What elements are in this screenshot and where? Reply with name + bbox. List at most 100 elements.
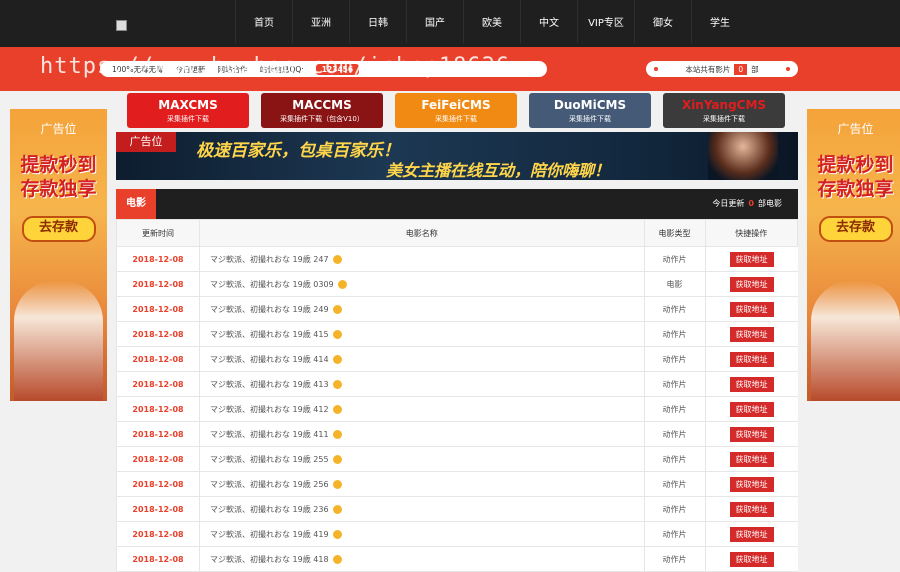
ad-deposit-button[interactable]: 去存款 <box>21 216 96 242</box>
ad-headline-1: 提款秒到 <box>20 154 97 176</box>
row-action: 获取地址 <box>704 371 798 397</box>
nav-item-vip[interactable]: VIP专区 <box>577 0 634 43</box>
row-title[interactable]: マジ軟派、初撮れおな 19歳 236 <box>199 496 644 522</box>
row-title-text[interactable]: マジ軟派、初撮れおな 19歳 412 <box>210 405 329 414</box>
nav-item-yunv[interactable]: 御女 <box>634 0 691 43</box>
row-action: 获取地址 <box>704 546 798 572</box>
cms-sub: 采集插件下载 <box>703 115 745 123</box>
movie-total-label: 本站共有影片 <box>685 64 731 74</box>
row-title-text[interactable]: マジ軟派、初撮れおな 19歳 255 <box>210 455 329 464</box>
row-title-text[interactable]: マジ軟派、初撮れおな 19歳 249 <box>210 305 329 314</box>
row-title[interactable]: マジ軟派、初撮れおな 19歳 413 <box>199 371 644 397</box>
get-address-button[interactable]: 获取地址 <box>729 426 774 442</box>
row-date: 2018-12-08 <box>116 471 200 497</box>
side-ad-left[interactable]: 广告位 提款秒到 存款独享 去存款 <box>10 109 107 401</box>
coin-icon <box>332 404 342 414</box>
banner-line-1: 极速百家乐，包桌百家乐！ <box>196 141 400 161</box>
row-action: 获取地址 <box>704 396 798 422</box>
row-title-text[interactable]: マジ軟派、初撮れおな 19歳 411 <box>210 430 329 439</box>
ad-girls-image <box>14 281 103 401</box>
row-type: 动作片 <box>643 346 705 372</box>
row-title-text[interactable]: マジ軟派、初撮れおな 19歳 418 <box>210 555 329 564</box>
row-title[interactable]: マジ軟派、初撮れおな 19歳 415 <box>199 321 644 347</box>
row-type: 动作片 <box>643 396 705 422</box>
ad-headline-1: 提款秒到 <box>817 154 894 176</box>
cms-plugin-buttons: MAXCMS 采集插件下载 MACCMS 采集插件下载（包含V10） FeiFe… <box>127 93 785 128</box>
cms-name: MAXCMS <box>158 98 218 112</box>
row-type: 动作片 <box>643 521 705 547</box>
row-title-text[interactable]: マジ軟派、初撮れおな 19歳 256 <box>210 480 329 489</box>
row-title[interactable]: マジ軟派、初撮れおな 19歳 411 <box>199 421 644 447</box>
row-title[interactable]: マジ軟派、初撮れおな 19歳 256 <box>199 471 644 497</box>
table-row: 2018-12-08 マジ軟派、初撮れおな 19歳 414 动作片 获取地址 <box>116 346 798 372</box>
movie-total-count: 0 <box>734 63 748 75</box>
table-row: 2018-12-08 マジ軟派、初撮れおな 19歳 249 动作片 获取地址 <box>116 296 798 322</box>
banner-ad[interactable]: 广告位 极速百家乐，包桌百家乐！ 美女主播在线互动，陪你嗨聊！ <box>116 132 798 180</box>
logo-broken-image-icon[interactable] <box>116 20 127 31</box>
row-title[interactable]: マジ軟派、初撮れおな 19歳 418 <box>199 546 644 572</box>
row-type: 动作片 <box>643 246 705 272</box>
table-row: 2018-12-08 マジ軟派、初撮れおな 19歳 412 动作片 获取地址 <box>116 396 798 422</box>
row-title-text[interactable]: マジ軟派、初撮れおな 19歳 419 <box>210 530 329 539</box>
row-title[interactable]: マジ軟派、初撮れおな 19歳 419 <box>199 521 644 547</box>
get-address-button[interactable]: 获取地址 <box>729 451 774 467</box>
get-address-button[interactable]: 获取地址 <box>729 401 774 417</box>
nav-item-student[interactable]: 学生 <box>691 0 748 43</box>
get-address-button[interactable]: 获取地址 <box>729 326 774 342</box>
row-title[interactable]: マジ軟派、初撮れおな 19歳 414 <box>199 346 644 372</box>
table-row: 2018-12-08 マジ軟派、初撮れおな 19歳 236 动作片 获取地址 <box>116 496 798 522</box>
get-address-button[interactable]: 获取地址 <box>729 251 774 267</box>
row-title[interactable]: マジ軟派、初撮れおな 19歳 255 <box>199 446 644 472</box>
row-title-text[interactable]: マジ軟派、初撮れおな 19歳 414 <box>210 355 329 364</box>
row-title[interactable]: マジ軟派、初撮れおな 19歳 0309 <box>199 271 644 297</box>
cms-name: MACCMS <box>292 98 352 112</box>
cms-button-maxcms[interactable]: MAXCMS 采集插件下载 <box>127 93 249 128</box>
ad-girls-image <box>811 281 900 401</box>
row-action: 获取地址 <box>704 496 798 522</box>
row-title-text[interactable]: マジ軟派、初撮れおな 19歳 413 <box>210 380 329 389</box>
get-address-button[interactable]: 获取地址 <box>729 351 774 367</box>
get-address-button[interactable]: 获取地址 <box>729 551 774 567</box>
cms-button-duomicms[interactable]: DuoMiCMS 采集插件下载 <box>529 93 651 128</box>
coin-icon <box>332 254 342 264</box>
top-nav-bar: 首页 亚洲 日韩 国产 欧美 中文 VIP专区 御女 学生 <box>0 0 900 47</box>
dot-icon <box>654 67 658 71</box>
coin-icon <box>332 479 342 489</box>
get-address-button[interactable]: 获取地址 <box>729 376 774 392</box>
ad-headline-2: 存款独享 <box>817 178 894 200</box>
get-address-button[interactable]: 获取地址 <box>729 526 774 542</box>
ad-deposit-button[interactable]: 去存款 <box>818 216 893 242</box>
nav-item-chinese[interactable]: 中文 <box>520 0 577 43</box>
today-label: 今日更新 <box>712 199 745 208</box>
get-address-button[interactable]: 获取地址 <box>729 501 774 517</box>
get-address-button[interactable]: 获取地址 <box>729 476 774 492</box>
row-title-text[interactable]: マジ軟派、初撮れおな 19歳 415 <box>210 330 329 339</box>
row-title-text[interactable]: マジ軟派、初撮れおな 19歳 247 <box>210 255 329 264</box>
row-action: 获取地址 <box>704 521 798 547</box>
row-title-text[interactable]: マジ軟派、初撮れおな 19歳 236 <box>210 505 329 514</box>
get-address-button[interactable]: 获取地址 <box>729 301 774 317</box>
side-ad-right[interactable]: 广告位 提款秒到 存款独享 去存款 <box>807 109 900 401</box>
cms-button-xinyangcms[interactable]: XinYangCMS 采集插件下载 <box>663 93 785 128</box>
table-row: 2018-12-08 マジ軟派、初撮れおな 19歳 418 动作片 获取地址 <box>116 546 798 572</box>
nav-item-home[interactable]: 首页 <box>235 0 292 43</box>
movie-table: 更新时间 电影名称 电影类型 快捷操作 2018-12-08 マジ軟派、初撮れおな… <box>116 219 798 572</box>
info-pill-right: 本站共有影片 0 部 <box>646 61 798 77</box>
nav-item-western[interactable]: 欧美 <box>463 0 520 43</box>
get-address-button[interactable]: 获取地址 <box>729 276 774 292</box>
cms-button-feifeicms[interactable]: FeiFeiCMS 采集插件下载 <box>395 93 517 128</box>
row-title[interactable]: マジ軟派、初撮れおな 19歳 249 <box>199 296 644 322</box>
row-title-text[interactable]: マジ軟派、初撮れおな 19歳 0309 <box>210 280 334 289</box>
cms-sub: 采集插件下载（包含V10） <box>280 115 364 123</box>
nav-item-jpkr[interactable]: 日韩 <box>349 0 406 43</box>
nav-item-domestic[interactable]: 国产 <box>406 0 463 43</box>
cms-button-maccms[interactable]: MACCMS 采集插件下载（包含V10） <box>261 93 383 128</box>
row-title[interactable]: マジ軟派、初撮れおな 19歳 247 <box>199 246 644 272</box>
section-title[interactable]: 电影 <box>116 189 156 219</box>
row-title[interactable]: マジ軟派、初撮れおな 19歳 412 <box>199 396 644 422</box>
nav-item-asia[interactable]: 亚洲 <box>292 0 349 43</box>
table-row: 2018-12-08 マジ軟派、初撮れおな 19歳 419 动作片 获取地址 <box>116 521 798 547</box>
banner-tag: 广告位 <box>116 132 176 152</box>
table-row: 2018-12-08 マジ軟派、初撮れおな 19歳 411 动作片 获取地址 <box>116 421 798 447</box>
main-nav: 首页 亚洲 日韩 国产 欧美 中文 VIP专区 御女 学生 <box>235 0 748 47</box>
